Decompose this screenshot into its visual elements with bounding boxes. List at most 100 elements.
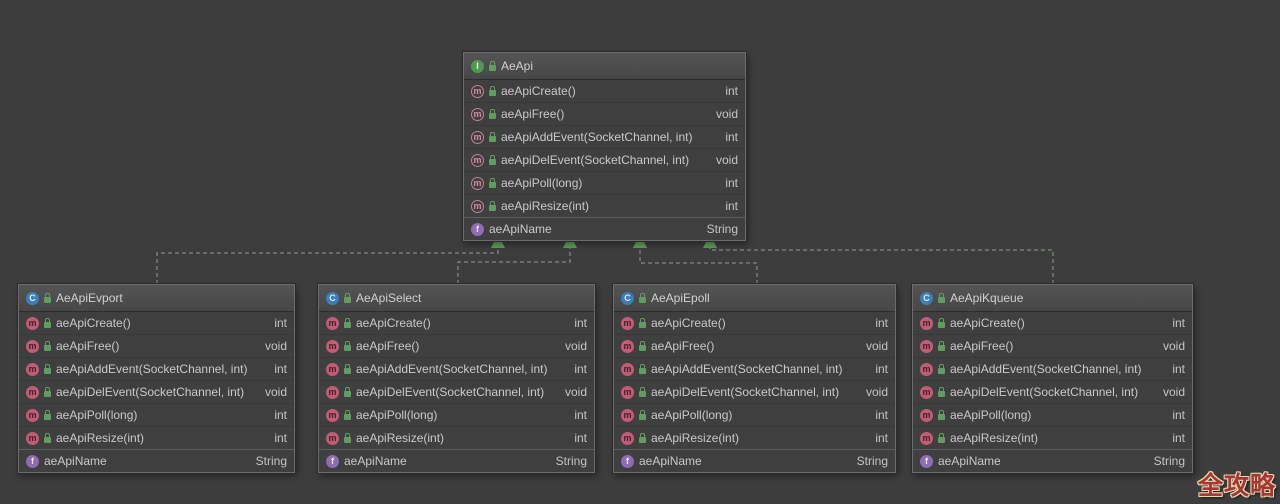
method-row[interactable]: m aeApiResize(int) int: [464, 194, 745, 217]
class-icon: C: [621, 292, 634, 305]
public-visibility-icon: [344, 297, 351, 303]
method-row[interactable]: m aeApiPoll(long) int: [913, 403, 1192, 426]
method-return-type: void: [565, 385, 587, 399]
method-row[interactable]: m aeApiFree() void: [614, 334, 895, 357]
field-row[interactable]: f aeApiName String: [913, 449, 1192, 472]
method-row[interactable]: m aeApiDelEvent(SocketChannel, int) void: [614, 380, 895, 403]
method-name: aeApiDelEvent(SocketChannel, int): [950, 385, 1158, 399]
method-row[interactable]: m aeApiResize(int) int: [19, 426, 294, 449]
method-name: aeApiDelEvent(SocketChannel, int): [501, 153, 711, 167]
method-row[interactable]: m aeApiDelEvent(SocketChannel, int) void: [19, 380, 294, 403]
field-row[interactable]: f aeApiName String: [614, 449, 895, 472]
field-name: aeApiName: [639, 454, 852, 468]
method-return-type: int: [274, 408, 287, 422]
implements-edge-select[interactable]: [458, 234, 577, 284]
class-header[interactable]: C AeApiKqueue: [913, 285, 1192, 312]
class-box-aeapiselect[interactable]: C AeApiSelect m aeApiCreate() int m aeAp…: [318, 284, 595, 473]
method-return-type: int: [875, 431, 888, 445]
uml-diagram-canvas[interactable]: I AeApi m aeApiCreate() int m aeApiFree(…: [0, 0, 1280, 504]
method-row[interactable]: m aeApiDelEvent(SocketChannel, int) void: [464, 148, 745, 171]
field-type: String: [857, 454, 888, 468]
method-icon: m: [26, 340, 39, 353]
method-icon: m: [26, 432, 39, 445]
public-visibility-icon: [344, 368, 351, 374]
method-return-type: int: [274, 362, 287, 376]
method-return-type: void: [1163, 339, 1185, 353]
public-visibility-icon: [639, 437, 646, 443]
method-row[interactable]: m aeApiResize(int) int: [319, 426, 594, 449]
method-row[interactable]: m aeApiResize(int) int: [913, 426, 1192, 449]
method-name: aeApiAddEvent(SocketChannel, int): [501, 130, 720, 144]
method-return-type: void: [716, 153, 738, 167]
method-row[interactable]: m aeApiDelEvent(SocketChannel, int) void: [319, 380, 594, 403]
method-row[interactable]: m aeApiPoll(long) int: [319, 403, 594, 426]
class-box-aeapiepoll[interactable]: C AeApiEpoll m aeApiCreate() int m aeApi…: [613, 284, 896, 473]
method-return-type: int: [725, 84, 738, 98]
implements-edge-evport[interactable]: [157, 234, 505, 284]
method-row[interactable]: m aeApiResize(int) int: [614, 426, 895, 449]
method-row[interactable]: m aeApiCreate() int: [614, 312, 895, 334]
method-name: aeApiFree(): [356, 339, 560, 353]
method-row[interactable]: m aeApiAddEvent(SocketChannel, int) int: [913, 357, 1192, 380]
method-row[interactable]: m aeApiDelEvent(SocketChannel, int) void: [913, 380, 1192, 403]
field-name: aeApiName: [344, 454, 551, 468]
method-name: aeApiCreate(): [501, 84, 720, 98]
class-header[interactable]: C AeApiEpoll: [614, 285, 895, 312]
method-icon: m: [920, 340, 933, 353]
class-box-aeapi[interactable]: I AeApi m aeApiCreate() int m aeApiFree(…: [463, 52, 746, 241]
method-row[interactable]: m aeApiCreate() int: [19, 312, 294, 334]
method-row[interactable]: m aeApiFree() void: [464, 102, 745, 125]
method-row[interactable]: m aeApiAddEvent(SocketChannel, int) int: [614, 357, 895, 380]
class-header[interactable]: C AeApiSelect: [319, 285, 594, 312]
method-name: aeApiFree(): [501, 107, 711, 121]
class-box-aeapikqueue[interactable]: C AeApiKqueue m aeApiCreate() int m aeAp…: [912, 284, 1193, 473]
class-header[interactable]: I AeApi: [464, 53, 745, 80]
method-return-type: int: [574, 431, 587, 445]
method-name: aeApiCreate(): [950, 316, 1167, 330]
method-return-type: int: [274, 431, 287, 445]
method-row[interactable]: m aeApiAddEvent(SocketChannel, int) int: [464, 125, 745, 148]
method-row[interactable]: m aeApiCreate() int: [319, 312, 594, 334]
method-return-type: void: [265, 385, 287, 399]
public-visibility-icon: [44, 437, 51, 443]
public-visibility-icon: [639, 322, 646, 328]
field-name: aeApiName: [44, 454, 251, 468]
field-row[interactable]: f aeApiName String: [464, 217, 745, 240]
method-row[interactable]: m aeApiPoll(long) int: [19, 403, 294, 426]
implements-edge-epoll[interactable]: [633, 234, 757, 284]
field-row[interactable]: f aeApiName String: [19, 449, 294, 472]
method-name: aeApiDelEvent(SocketChannel, int): [356, 385, 560, 399]
method-name: aeApiResize(int): [950, 431, 1167, 445]
class-name: AeApiSelect: [356, 291, 421, 305]
method-return-type: int: [574, 408, 587, 422]
class-box-aeapievport[interactable]: C AeApiEvport m aeApiCreate() int m aeAp…: [18, 284, 295, 473]
method-row[interactable]: m aeApiAddEvent(SocketChannel, int) int: [319, 357, 594, 380]
class-header[interactable]: C AeApiEvport: [19, 285, 294, 312]
method-row[interactable]: m aeApiCreate() int: [913, 312, 1192, 334]
implements-edge-kqueue[interactable]: [703, 234, 1053, 284]
field-type: String: [556, 454, 587, 468]
method-row[interactable]: m aeApiAddEvent(SocketChannel, int) int: [19, 357, 294, 380]
public-visibility-icon: [44, 414, 51, 420]
public-visibility-icon: [44, 368, 51, 374]
method-icon: m: [26, 386, 39, 399]
field-row[interactable]: f aeApiName String: [319, 449, 594, 472]
field-icon: f: [26, 455, 39, 468]
public-visibility-icon: [938, 437, 945, 443]
method-name: aeApiAddEvent(SocketChannel, int): [56, 362, 269, 376]
abstract-method-icon: m: [471, 108, 484, 121]
class-icon: C: [326, 292, 339, 305]
abstract-method-icon: m: [471, 131, 484, 144]
public-visibility-icon: [489, 205, 496, 211]
field-icon: f: [471, 223, 484, 236]
method-return-type: int: [1172, 431, 1185, 445]
method-icon: m: [621, 317, 634, 330]
method-row[interactable]: m aeApiFree() void: [19, 334, 294, 357]
method-row[interactable]: m aeApiCreate() int: [464, 80, 745, 102]
method-row[interactable]: m aeApiFree() void: [913, 334, 1192, 357]
method-row[interactable]: m aeApiPoll(long) int: [464, 171, 745, 194]
method-row[interactable]: m aeApiPoll(long) int: [614, 403, 895, 426]
method-name: aeApiFree(): [950, 339, 1158, 353]
class-icon: C: [920, 292, 933, 305]
method-row[interactable]: m aeApiFree() void: [319, 334, 594, 357]
